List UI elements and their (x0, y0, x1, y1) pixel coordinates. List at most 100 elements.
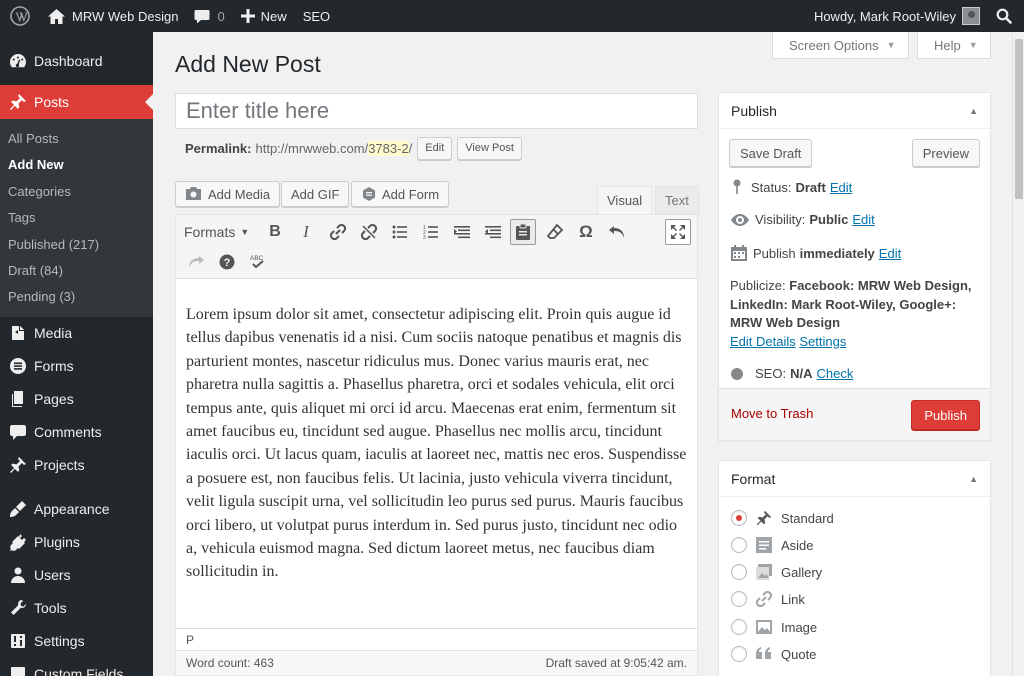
seo-status-dot-icon (731, 367, 743, 380)
help-shortcuts-button[interactable]: ? (215, 249, 239, 275)
bold-button[interactable]: B (264, 219, 286, 245)
submenu-draft[interactable]: Draft (84) (0, 258, 153, 284)
save-draft-button[interactable]: Save Draft (729, 139, 813, 167)
view-post-button[interactable]: View Post (457, 137, 522, 160)
post-title-input[interactable] (176, 94, 697, 128)
submenu-all-posts[interactable]: All Posts (0, 126, 153, 152)
screen-options-button[interactable]: Screen Options ▼ (772, 32, 909, 59)
format-radio[interactable] (731, 591, 747, 607)
permalink-slug[interactable]: 3783-2 (368, 141, 409, 156)
publicize-label: Publicize: (730, 278, 786, 293)
edit-visibility-link[interactable]: Edit (852, 212, 874, 227)
align-outdent-icon (485, 226, 501, 239)
tab-text[interactable]: Text (655, 186, 699, 215)
formats-dropdown[interactable]: Formats ▼ (184, 219, 249, 245)
format-option-gallery[interactable]: Gallery (731, 562, 822, 582)
submenu-pending[interactable]: Pending (3) (0, 284, 153, 310)
sidebar-item-plugins[interactable]: Plugins (0, 526, 153, 559)
numbered-list-button[interactable]: 123 (419, 219, 443, 245)
seo-check-link[interactable]: Check (816, 366, 853, 381)
collapse-arrow-icon[interactable]: ▲ (969, 106, 978, 116)
format-radio[interactable] (731, 619, 747, 635)
format-radio[interactable] (731, 564, 747, 580)
sidebar-item-comments[interactable]: Comments (0, 416, 153, 449)
sidebar-item-settings[interactable]: Settings (0, 625, 153, 658)
add-gif-button[interactable]: Add GIF (281, 181, 350, 207)
sidebar-item-media[interactable]: Media (0, 317, 153, 350)
help-button[interactable]: Help ▼ (917, 32, 991, 59)
publish-box: Publish ▲ Save Draft Preview Status: Dra… (718, 92, 991, 441)
special-character-button[interactable]: Ω (574, 219, 598, 245)
search-icon[interactable] (990, 0, 1024, 32)
post-status-row: Status: Draft Edit (731, 179, 852, 195)
new-content-link[interactable]: New (233, 0, 295, 32)
bulleted-list-button[interactable] (388, 219, 412, 245)
publish-button[interactable]: Publish (911, 400, 980, 430)
format-box-title: Format (731, 470, 776, 487)
submenu-published[interactable]: Published (217) (0, 232, 153, 258)
publish-actions: Move to Trash Publish (719, 388, 990, 440)
publicize-settings-link[interactable]: Settings (799, 334, 846, 349)
distraction-free-button[interactable] (665, 219, 691, 245)
submenu-categories[interactable]: Categories (0, 179, 153, 205)
align-indent-icon (454, 226, 470, 239)
tab-visual[interactable]: Visual (597, 186, 653, 215)
edit-status-link[interactable]: Edit (830, 180, 852, 195)
scrollbar-thumb[interactable] (1015, 39, 1023, 199)
submenu-tags[interactable]: Tags (0, 205, 153, 231)
redo-button[interactable] (184, 249, 208, 275)
spellcheck-button[interactable]: ABC (246, 249, 270, 275)
format-option-standard[interactable]: Standard (731, 508, 834, 528)
format-radio[interactable] (731, 537, 747, 553)
pin-icon (8, 455, 28, 475)
format-option-quote[interactable]: Quote (731, 644, 816, 664)
add-form-button[interactable]: Add Form (351, 181, 450, 207)
comments-link[interactable]: 0 (186, 0, 232, 32)
italic-button[interactable]: I (295, 219, 317, 245)
sidebar-item-forms[interactable]: Forms (0, 350, 153, 383)
edit-details-link[interactable]: Edit Details (730, 334, 796, 349)
undo-button[interactable] (605, 219, 629, 245)
quote-icon (756, 647, 771, 659)
collapse-arrow-icon[interactable]: ▲ (969, 474, 978, 484)
submenu-add-new[interactable]: Add New (0, 152, 153, 178)
site-name-link[interactable]: MRW Web Design (40, 0, 186, 32)
add-media-button[interactable]: Add Media (175, 181, 281, 207)
clear-formatting-button[interactable] (543, 219, 567, 245)
sidebar-item-custom-fields[interactable]: Custom Fields (0, 658, 153, 676)
format-option-aside[interactable]: Aside (731, 535, 814, 555)
paste-as-text-button[interactable] (510, 219, 536, 245)
seo-menu[interactable]: SEO (295, 0, 338, 32)
preview-button[interactable]: Preview (911, 139, 980, 167)
sidebar-item-posts[interactable]: Posts (0, 85, 153, 119)
sidebar-item-appearance[interactable]: Appearance (0, 493, 153, 526)
format-radio[interactable] (731, 510, 747, 526)
sidebar-item-users[interactable]: Users (0, 559, 153, 592)
sidebar-item-dashboard[interactable]: Dashboard (0, 44, 153, 77)
permalink-base[interactable]: http://mrwweb.com/ (255, 141, 368, 156)
sidebar-item-tools[interactable]: Tools (0, 592, 153, 625)
format-box-header[interactable]: Format ▲ (719, 461, 990, 497)
sidebar-item-pages[interactable]: Pages (0, 383, 153, 416)
my-account-link[interactable]: Howdy, Mark Root-Wiley (806, 0, 990, 32)
help-label: Help (934, 37, 961, 53)
format-option-link[interactable]: Link (731, 589, 805, 609)
users-icon (8, 565, 28, 585)
unlink-button[interactable] (357, 219, 381, 245)
move-to-trash-link[interactable]: Move to Trash (731, 406, 813, 421)
format-option-image[interactable]: Image (731, 617, 817, 637)
blockquote-left-button[interactable] (450, 219, 474, 245)
new-label: New (260, 8, 287, 24)
publish-box-header[interactable]: Publish ▲ (719, 93, 990, 129)
edit-slug-button[interactable]: Edit (417, 137, 453, 160)
edit-timestamp-link[interactable]: Edit (879, 246, 901, 261)
post-editor: Formats ▼ B I 123 Ω ? ABC Lorem ipsum do… (175, 214, 698, 676)
page-scrollbar[interactable] (1012, 32, 1024, 676)
outdent-button[interactable] (481, 219, 505, 245)
editor-content[interactable]: Lorem ipsum dolor sit amet, consectetur … (176, 279, 697, 634)
sidebar-item-projects[interactable]: Projects (0, 449, 153, 482)
wordpress-logo-icon[interactable] (0, 0, 40, 32)
insert-link-button[interactable] (326, 219, 350, 245)
sidebar-label: Projects (34, 457, 85, 474)
format-radio[interactable] (731, 646, 747, 662)
